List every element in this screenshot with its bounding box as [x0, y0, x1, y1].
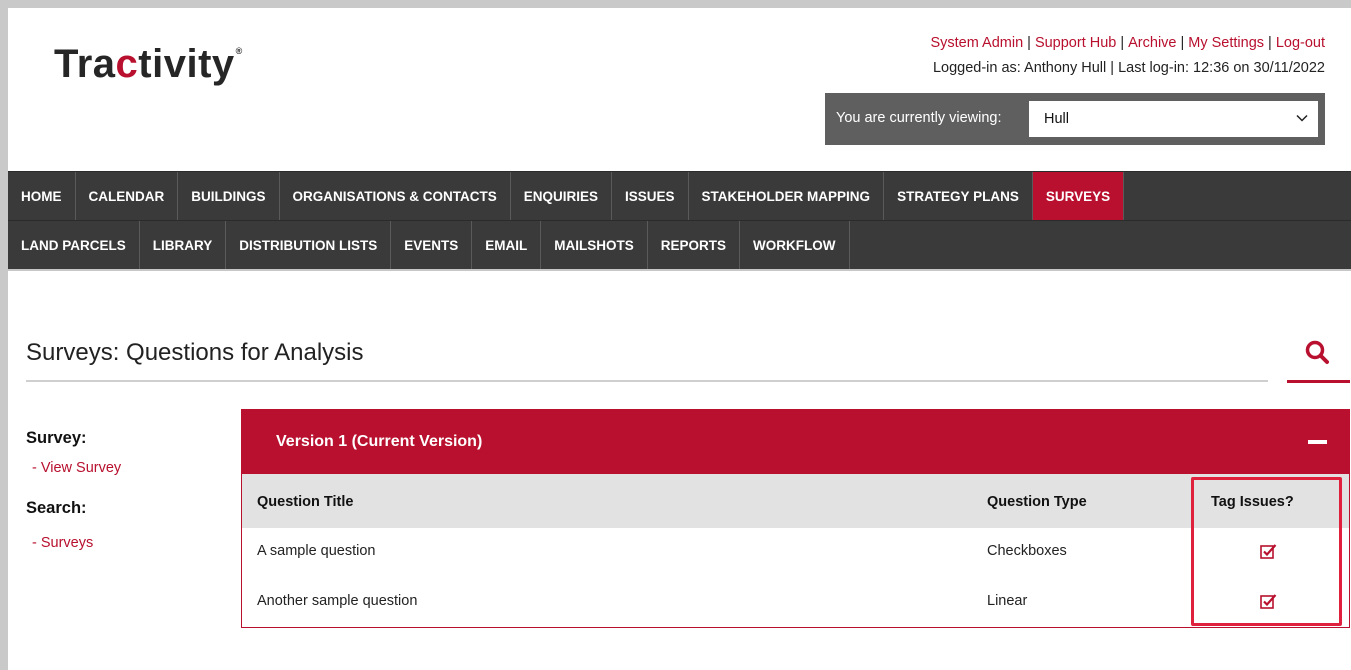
view-survey-link[interactable]: - View Survey [32, 460, 121, 476]
main-nav-row-2: LAND PARCELS LIBRARY DISTRIBUTION LISTS EVE… [8, 220, 1351, 271]
question-type-cell: Checkboxes [987, 543, 1067, 559]
title-divider [26, 380, 1268, 382]
version-panel: Version 1 (Current Version) Question Tit… [241, 409, 1350, 628]
logo-text-post: tivity [138, 42, 235, 86]
viewing-selector-box: You are currently viewing: Hull [825, 93, 1325, 145]
system-admin-link[interactable]: System Admin [930, 35, 1023, 51]
nav-item-reports[interactable]: REPORTS [648, 221, 741, 269]
viewing-label: You are currently viewing: [836, 110, 1002, 126]
table-header: Question Title Question Type Tag Issues? [242, 474, 1349, 528]
nav-item-mailshots[interactable]: MAILSHOTS [541, 221, 648, 269]
column-question-type: Question Type [987, 494, 1087, 510]
nav-item-stakeholder-mapping[interactable]: STAKEHOLDER MAPPING [689, 172, 885, 220]
logout-link[interactable]: Log-out [1276, 35, 1325, 51]
question-type-cell: Linear [987, 593, 1028, 609]
nav-item-enquiries[interactable]: ENQUIRIES [511, 172, 613, 220]
surveys-search-link[interactable]: - Surveys [32, 535, 93, 551]
nav-item-strategy-plans[interactable]: STRATEGY PLANS [884, 172, 1033, 220]
table-row: A sample question Checkboxes [242, 528, 1349, 574]
nav-item-issues[interactable]: ISSUES [612, 172, 689, 220]
support-hub-link[interactable]: Support Hub [1035, 35, 1116, 51]
nav-item-surveys[interactable]: SURVEYS [1032, 172, 1125, 220]
nav-item-buildings[interactable]: BUILDINGS [178, 172, 280, 220]
tractivity-logo[interactable]: Tractivity® [54, 42, 243, 87]
nav-item-calendar[interactable]: CALENDAR [76, 172, 179, 220]
search-icon[interactable] [1304, 339, 1330, 365]
logo-text-pre: Tra [54, 42, 116, 86]
nav-item-workflow[interactable]: WORKFLOW [740, 221, 850, 269]
column-question-title: Question Title [257, 494, 354, 510]
page-title: Surveys: Questions for Analysis [26, 339, 364, 366]
nav-item-email[interactable]: EMAIL [472, 221, 542, 269]
archive-link[interactable]: Archive [1128, 35, 1176, 51]
sidebar-survey-heading: Survey: [26, 429, 87, 447]
top-links: System Admin | Support Hub | Archive | My Sett… [930, 35, 1325, 51]
collapse-icon[interactable] [1308, 440, 1327, 444]
main-nav-row-1: HOME CALENDAR BUILDINGS ORGANISATIONS & CON… [8, 171, 1351, 220]
nav-item-home[interactable]: HOME [8, 172, 76, 220]
registered-mark: ® [235, 46, 243, 56]
nav-item-distribution-lists[interactable]: DISTRIBUTION LISTS [226, 221, 392, 269]
chevron-down-icon [1296, 114, 1308, 122]
search-underline [1287, 380, 1350, 383]
sidebar-search-heading: Search: [26, 499, 87, 517]
version-panel-header[interactable]: Version 1 (Current Version) [242, 410, 1349, 474]
page: Tractivity® System Admin | Support Hub | Arc… [8, 8, 1351, 670]
logo-text-accent: c [115, 42, 139, 86]
tag-issues-highlight-box [1191, 477, 1342, 626]
viewing-select[interactable]: Hull [1029, 101, 1318, 137]
viewing-select-value: Hull [1044, 111, 1069, 127]
version-panel-title: Version 1 (Current Version) [276, 433, 483, 450]
table-row: Another sample question Linear [242, 578, 1349, 624]
login-info: Logged-in as: Anthony Hull | Last log-in… [932, 60, 1325, 76]
nav-item-organisations-and-contacts[interactable]: ORGANISATIONS & CONTACTS [280, 172, 511, 220]
nav-item-library[interactable]: LIBRARY [140, 221, 227, 269]
question-title-cell: A sample question [257, 543, 376, 559]
question-title-cell: Another sample question [257, 593, 418, 609]
my-settings-link[interactable]: My Settings [1188, 35, 1264, 51]
nav-item-events[interactable]: EVENTS [391, 221, 473, 269]
nav-item-land-parcels[interactable]: LAND PARCELS [8, 221, 140, 269]
